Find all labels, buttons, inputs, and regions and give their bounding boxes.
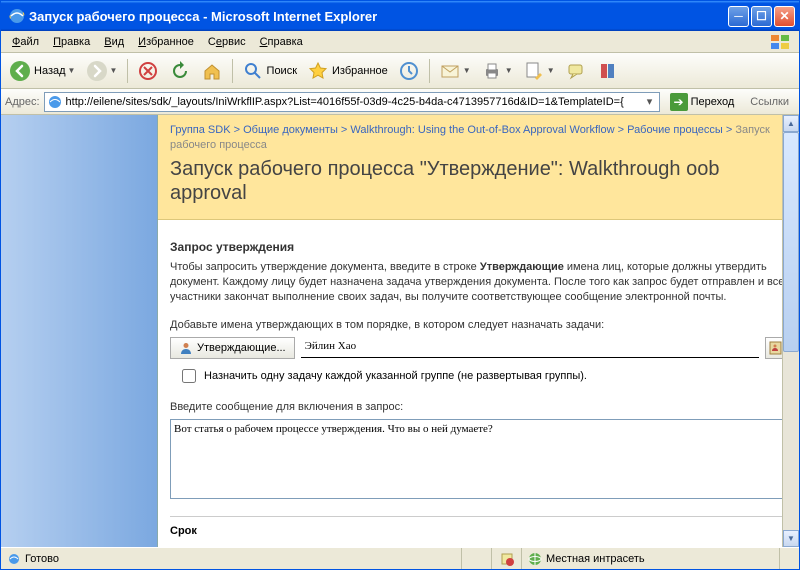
- menu-file[interactable]: Файл: [5, 34, 46, 50]
- approver-name-field[interactable]: Эйлин Хао: [301, 338, 759, 358]
- search-button[interactable]: Поиск: [238, 57, 301, 85]
- menu-view[interactable]: Вид: [97, 34, 131, 50]
- menu-help[interactable]: Справка: [253, 34, 310, 50]
- status-zone: Местная интрасеть: [546, 553, 645, 565]
- address-bar: Адрес: ▾ ➔ Переход Ссылки: [1, 89, 799, 115]
- toolbar: Назад ▼ ▼ Поиск Избранное ▼ ▼ ▼: [1, 53, 799, 89]
- ie-icon: [9, 8, 25, 24]
- section-description: Чтобы запросить утверждение документа, в…: [170, 260, 787, 305]
- address-dropdown[interactable]: ▾: [643, 95, 657, 108]
- message-textarea[interactable]: [170, 419, 787, 499]
- section-heading: Запрос утверждения: [170, 240, 787, 254]
- statusbar: Готово Местная интрасеть: [1, 547, 799, 569]
- menubar: Файл Правка Вид Избранное Сервис Справка: [1, 31, 799, 53]
- page-icon-small: [7, 552, 21, 566]
- single-task-label: Назначить одну задачу каждой указанной г…: [204, 370, 587, 382]
- window-title: Запуск рабочего процесса - Microsoft Int…: [29, 9, 728, 24]
- print-button[interactable]: ▼: [477, 57, 517, 85]
- person-icon: [179, 341, 193, 355]
- crumb-group[interactable]: Группа SDK: [170, 124, 231, 136]
- forward-button[interactable]: ▼: [82, 57, 122, 85]
- address-input-wrapper[interactable]: ▾: [44, 92, 660, 112]
- scroll-thumb[interactable]: [783, 132, 799, 352]
- approvers-label: Добавьте имена утверждающих в том порядк…: [170, 319, 787, 331]
- back-button[interactable]: Назад ▼: [5, 57, 80, 85]
- stop-button[interactable]: [133, 57, 163, 85]
- refresh-button[interactable]: [165, 57, 195, 85]
- vertical-scrollbar[interactable]: ▲ ▼: [782, 115, 799, 547]
- address-label: Адрес:: [5, 96, 40, 108]
- zone-icon: [528, 552, 542, 566]
- crumb-workflows[interactable]: Рабочие процессы: [627, 124, 723, 136]
- discuss-button[interactable]: [561, 57, 591, 85]
- sidebar-gradient: [1, 115, 158, 547]
- breadcrumb: Группа SDK > Общие документы > Walkthrou…: [170, 123, 787, 153]
- minimize-button[interactable]: ─: [728, 6, 749, 27]
- edit-button[interactable]: ▼: [519, 57, 559, 85]
- single-task-checkbox[interactable]: [182, 369, 196, 383]
- page-title: Запуск рабочего процесса "Утверждение": …: [170, 157, 787, 205]
- research-button[interactable]: [593, 57, 623, 85]
- menu-tools[interactable]: Сервис: [201, 34, 253, 50]
- links-label[interactable]: Ссылки: [744, 96, 795, 108]
- mail-button[interactable]: ▼: [435, 57, 475, 85]
- crumb-docs[interactable]: Общие документы: [243, 124, 338, 136]
- go-button[interactable]: ➔ Переход: [664, 91, 741, 113]
- page-content: Группа SDK > Общие документы > Walkthrou…: [158, 115, 799, 547]
- go-arrow-icon: ➔: [670, 93, 688, 111]
- history-button[interactable]: [394, 57, 424, 85]
- crumb-walkthrough[interactable]: Walkthrough: Using the Out-of-Box Approv…: [350, 124, 614, 136]
- close-button[interactable]: ✕: [774, 6, 795, 27]
- message-label: Введите сообщение для включения в запрос…: [170, 401, 787, 413]
- approvers-button[interactable]: Утверждающие...: [170, 337, 295, 359]
- home-button[interactable]: [197, 57, 227, 85]
- menu-favorites[interactable]: Избранное: [131, 34, 201, 50]
- windows-flag-icon: [769, 33, 793, 51]
- deadline-heading: Срок: [170, 516, 787, 537]
- favorites-button[interactable]: Избранное: [303, 57, 392, 85]
- address-input[interactable]: [66, 96, 643, 108]
- menu-edit[interactable]: Правка: [46, 34, 97, 50]
- scroll-up-button[interactable]: ▲: [783, 115, 799, 132]
- titlebar: Запуск рабочего процесса - Microsoft Int…: [1, 1, 799, 31]
- maximize-button[interactable]: ☐: [751, 6, 772, 27]
- page-icon: [47, 94, 63, 110]
- popup-blocker-icon: [500, 552, 514, 566]
- status-ready: Готово: [25, 553, 59, 565]
- scroll-down-button[interactable]: ▼: [783, 530, 799, 547]
